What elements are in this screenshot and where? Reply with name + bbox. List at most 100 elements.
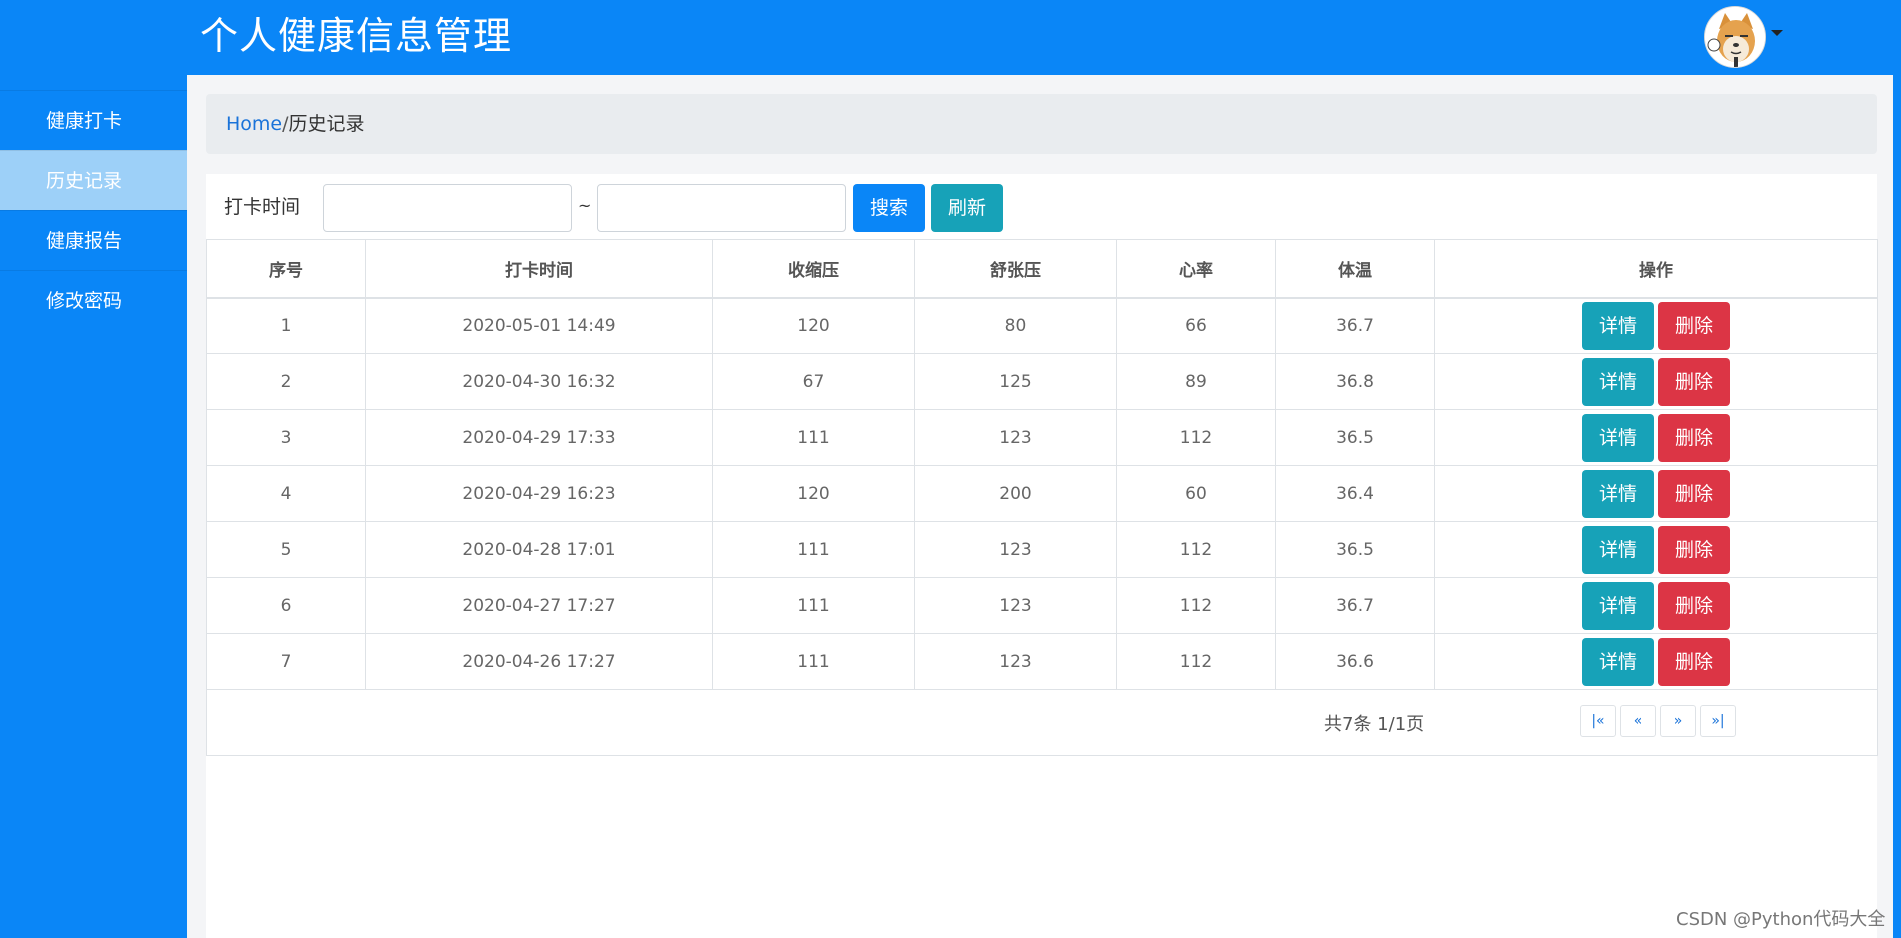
column-header-no: 序号	[206, 239, 366, 299]
start-date-input[interactable]	[323, 184, 572, 232]
cell-systolic: 111	[712, 409, 915, 466]
detail-button[interactable]: 详情	[1582, 525, 1654, 574]
cell-heart-rate: 112	[1116, 577, 1276, 634]
cell-systolic: 67	[712, 353, 915, 410]
detail-button[interactable]: 详情	[1582, 301, 1654, 350]
cell-heart-rate: 66	[1116, 297, 1276, 354]
pagination-row: 共7条 1/1页 |« « » »|	[206, 689, 1878, 756]
delete-button[interactable]: 删除	[1658, 581, 1730, 630]
checkin-time-label: 打卡时间	[224, 196, 301, 218]
table-row: 7 2020-04-26 17:27 111 123 112 36.6 详情 删除	[206, 633, 1878, 690]
table-row: 5 2020-04-28 17:01 111 123 112 36.5 详情 删除	[206, 521, 1878, 578]
cell-systolic: 111	[712, 577, 915, 634]
pagination-summary: 共7条 1/1页	[1324, 714, 1425, 735]
breadcrumb-home-link[interactable]: Home	[226, 113, 282, 135]
cell-temperature: 36.6	[1275, 633, 1435, 690]
cell-diastolic: 123	[914, 577, 1117, 634]
table-row: 1 2020-05-01 14:49 120 80 66 36.7 详情 删除	[206, 297, 1878, 354]
table-row: 2 2020-04-30 16:32 67 125 89 36.8 详情 删除	[206, 353, 1878, 410]
cell-systolic: 111	[712, 521, 915, 578]
history-table: 序号 打卡时间 收缩压 舒张压 心率 体温 操作 1 2020-05-01 14…	[206, 239, 1878, 756]
scrollbar[interactable]	[1893, 0, 1901, 938]
sidebar: 健康打卡 历史记录 健康报告 修改密码	[0, 75, 187, 938]
prev-page-button[interactable]: «	[1620, 705, 1656, 737]
cell-actions: 详情 删除	[1434, 577, 1878, 634]
cell-heart-rate: 112	[1116, 633, 1276, 690]
cell-no: 1	[206, 297, 366, 354]
table-row: 6 2020-04-27 17:27 111 123 112 36.7 详情 删除	[206, 577, 1878, 634]
first-page-button[interactable]: |«	[1580, 705, 1616, 737]
delete-button[interactable]: 删除	[1658, 525, 1730, 574]
cell-diastolic: 123	[914, 633, 1117, 690]
cell-diastolic: 125	[914, 353, 1117, 410]
shiba-dog-avatar-icon	[1705, 7, 1765, 67]
watermark: CSDN @Python代码大全	[1676, 909, 1886, 930]
end-date-input[interactable]	[597, 184, 846, 232]
cell-actions: 详情 删除	[1434, 521, 1878, 578]
cell-no: 6	[206, 577, 366, 634]
table-row: 3 2020-04-29 17:33 111 123 112 36.5 详情 删除	[206, 409, 1878, 466]
cell-temperature: 36.8	[1275, 353, 1435, 410]
cell-no: 4	[206, 465, 366, 522]
cell-diastolic: 123	[914, 409, 1117, 466]
table-row: 4 2020-04-29 16:23 120 200 60 36.4 详情 删除	[206, 465, 1878, 522]
cell-actions: 详情 删除	[1434, 297, 1878, 354]
sidebar-item-checkin[interactable]: 健康打卡	[0, 90, 187, 150]
cell-temperature: 36.5	[1275, 409, 1435, 466]
column-header-heart-rate: 心率	[1116, 239, 1276, 299]
cell-no: 7	[206, 633, 366, 690]
cell-time: 2020-04-28 17:01	[365, 521, 713, 578]
search-button[interactable]: 搜索	[853, 184, 925, 232]
detail-button[interactable]: 详情	[1582, 581, 1654, 630]
breadcrumb-current: 历史记录	[288, 113, 365, 135]
cell-actions: 详情 删除	[1434, 409, 1878, 466]
cell-time: 2020-04-29 17:33	[365, 409, 713, 466]
column-header-temperature: 体温	[1275, 239, 1435, 299]
delete-button[interactable]: 删除	[1658, 301, 1730, 350]
top-navbar: 个人健康信息管理	[0, 0, 1901, 75]
cell-no: 2	[206, 353, 366, 410]
detail-button[interactable]: 详情	[1582, 413, 1654, 462]
cell-heart-rate: 89	[1116, 353, 1276, 410]
cell-no: 3	[206, 409, 366, 466]
cell-time: 2020-05-01 14:49	[365, 297, 713, 354]
cell-systolic: 120	[712, 297, 915, 354]
delete-button[interactable]: 删除	[1658, 413, 1730, 462]
cell-temperature: 36.7	[1275, 297, 1435, 354]
cell-actions: 详情 删除	[1434, 465, 1878, 522]
column-header-actions: 操作	[1434, 239, 1878, 299]
sidebar-item-history[interactable]: 历史记录	[0, 150, 187, 210]
cell-systolic: 120	[712, 465, 915, 522]
user-avatar[interactable]	[1704, 6, 1766, 68]
cell-systolic: 111	[712, 633, 915, 690]
cell-diastolic: 123	[914, 521, 1117, 578]
detail-button[interactable]: 详情	[1582, 637, 1654, 686]
detail-button[interactable]: 详情	[1582, 357, 1654, 406]
last-page-button[interactable]: »|	[1700, 705, 1736, 737]
delete-button[interactable]: 删除	[1658, 469, 1730, 518]
breadcrumb: Home/历史记录	[206, 94, 1877, 154]
cell-temperature: 36.7	[1275, 577, 1435, 634]
sidebar-item-report[interactable]: 健康报告	[0, 210, 187, 270]
app-title: 个人健康信息管理	[200, 14, 513, 58]
pagination-cell: 共7条 1/1页 |« « » »|	[206, 689, 1878, 756]
detail-button[interactable]: 详情	[1582, 469, 1654, 518]
sidebar-item-change-password[interactable]: 修改密码	[0, 270, 187, 330]
cell-heart-rate: 60	[1116, 465, 1276, 522]
chevron-down-icon[interactable]	[1771, 30, 1783, 36]
date-range-separator: ~	[578, 196, 592, 215]
column-header-systolic: 收缩压	[712, 239, 915, 299]
delete-button[interactable]: 删除	[1658, 637, 1730, 686]
cell-time: 2020-04-30 16:32	[365, 353, 713, 410]
delete-button[interactable]: 删除	[1658, 357, 1730, 406]
cell-diastolic: 200	[914, 465, 1117, 522]
cell-actions: 详情 删除	[1434, 633, 1878, 690]
cell-diastolic: 80	[914, 297, 1117, 354]
next-page-button[interactable]: »	[1660, 705, 1696, 737]
cell-time: 2020-04-27 17:27	[365, 577, 713, 634]
cell-temperature: 36.5	[1275, 521, 1435, 578]
cell-no: 5	[206, 521, 366, 578]
refresh-button[interactable]: 刷新	[931, 184, 1003, 232]
cell-heart-rate: 112	[1116, 409, 1276, 466]
column-header-time: 打卡时间	[365, 239, 713, 299]
